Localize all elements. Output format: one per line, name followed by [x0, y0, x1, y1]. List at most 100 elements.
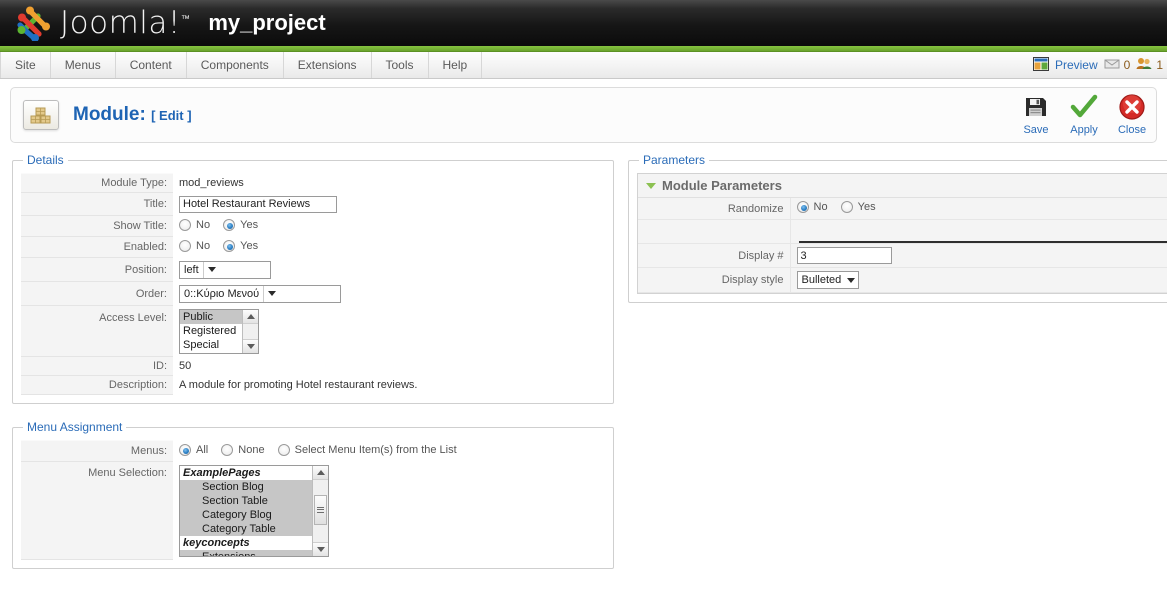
users-icon [1136, 57, 1152, 73]
access-level-option-public[interactable]: Public [180, 309, 242, 324]
radio-circle [277, 443, 290, 456]
page-title-mode: [ Edit ] [151, 108, 192, 123]
radio-circle [223, 218, 236, 231]
chevron-down-icon [263, 285, 281, 302]
envelope-icon [1104, 58, 1120, 73]
menu-selection-listbox[interactable]: ExamplePages Section Blog Section Table … [179, 464, 329, 557]
close-button[interactable]: Close [1108, 90, 1156, 136]
close-button-label: Close [1117, 124, 1147, 136]
save-button-label: Save [1023, 124, 1049, 136]
chevron-down-icon [845, 272, 858, 288]
menu-selection-option-section-table[interactable]: Section Table [180, 493, 312, 508]
apply-button[interactable]: Apply [1060, 90, 1108, 136]
row-position: Position: left [21, 257, 605, 282]
module-parameters-header[interactable]: Module Parameters [638, 174, 1167, 198]
menu-bar-status-area: Preview 0 1 [1032, 52, 1167, 78]
access-level-option-registered[interactable]: Registered [180, 324, 242, 338]
randomize-radio-no[interactable]: No [796, 201, 828, 213]
main-content: Details Module Type: mod_reviews Title: … [0, 143, 1167, 569]
parameters-table: Randomize No Yes Display # 3 Display sty… [638, 198, 1167, 293]
menu-item-site[interactable]: Site [0, 52, 51, 78]
menu-selection-scrollbar[interactable] [312, 465, 328, 556]
menus-none-label: None [238, 443, 265, 456]
order-select-value: 0::Κύριο Μενού [184, 287, 260, 300]
menus-radio-select[interactable]: Select Menu Item(s) from the List [277, 443, 457, 456]
access-level-option-special[interactable]: Special [180, 338, 242, 352]
scrollbar-thumb[interactable] [314, 494, 327, 525]
scroll-down-icon[interactable] [313, 541, 328, 556]
title-input[interactable] [179, 195, 337, 213]
green-check-icon [1070, 92, 1098, 122]
position-select-value: left [184, 263, 199, 276]
radio-circle [179, 443, 191, 456]
red-x-circle-icon [1118, 92, 1146, 122]
save-button[interactable]: Save [1012, 90, 1060, 136]
messages-count: 0 [1123, 58, 1131, 72]
row-display-count: Display # [638, 243, 1167, 268]
menu-selection-label: Menu Selection: [21, 461, 173, 560]
menu-item-extensions[interactable]: Extensions [284, 52, 372, 78]
scroll-up-icon[interactable] [243, 309, 258, 324]
show-title-radio-yes[interactable]: Yes [223, 218, 258, 231]
enabled-yes-label: Yes [240, 239, 259, 252]
randomize-radio-yes[interactable]: Yes [840, 201, 876, 213]
row-separator [638, 219, 1167, 244]
menu-selection-option-category-table[interactable]: Category Table [180, 521, 312, 536]
chevron-down-icon [202, 261, 220, 278]
access-level-listbox[interactable]: Public Registered Special [179, 308, 259, 354]
menu-item-tools[interactable]: Tools [372, 52, 429, 78]
menu-selection-option-category-blog[interactable]: Category Blog [180, 507, 312, 522]
toolbar: Save Apply Close [1012, 90, 1156, 136]
right-column: Parameters Module Parameters Randomize N… [614, 153, 1167, 569]
scroll-down-icon[interactable] [243, 338, 258, 353]
row-show-title: Show Title: No Yes [21, 215, 605, 237]
position-label: Position: [21, 257, 173, 282]
page-title: Module: [ Edit ] [73, 104, 192, 126]
grip-icon [317, 506, 324, 513]
order-select[interactable]: 0::Κύριο Μενού [179, 284, 341, 303]
display-style-select[interactable]: Bulleted [796, 271, 859, 289]
display-count-label: Display # [638, 243, 791, 268]
scrollbar-track[interactable] [313, 480, 328, 542]
details-legend: Details [27, 153, 64, 167]
menus-radio-all[interactable]: All [179, 443, 208, 456]
enabled-radio-yes[interactable]: Yes [223, 239, 259, 252]
radio-circle [223, 239, 236, 252]
trademark-mark: ™ [180, 14, 191, 25]
description-value: A module for promoting Hotel restaurant … [173, 375, 605, 395]
radio-circle [221, 443, 234, 456]
show-title-no-label: No [196, 218, 211, 231]
position-select[interactable]: left [179, 260, 271, 279]
show-title-radio-no[interactable]: No [179, 218, 211, 231]
radio-circle [179, 218, 191, 231]
menu-selection-option-section-blog[interactable]: Section Blog [180, 479, 312, 494]
menu-selection-options: ExamplePages Section Blog Section Table … [180, 465, 312, 556]
menu-item-content[interactable]: Content [116, 52, 187, 78]
messages-indicator[interactable]: 0 [1104, 58, 1131, 73]
enabled-radio-no[interactable]: No [179, 239, 210, 252]
page-header: Module: [ Edit ] Save Apply Close [10, 87, 1157, 143]
module-parameters-box: Module Parameters Randomize No Yes Displ… [637, 173, 1167, 294]
display-count-input[interactable] [796, 247, 892, 264]
menus-label: Menus: [21, 440, 173, 462]
parameters-legend: Parameters [643, 153, 706, 167]
scroll-up-icon[interactable] [313, 465, 328, 480]
row-randomize: Randomize No Yes [638, 198, 1167, 220]
show-title-label: Show Title: [21, 215, 173, 237]
menu-selection-option-extensions[interactable]: Extensions [180, 549, 312, 556]
apply-button-label: Apply [1070, 124, 1098, 136]
row-access-level: Access Level: Public Registered Special [21, 305, 605, 357]
id-value: 50 [173, 356, 605, 376]
menu-assignment-legend: Menu Assignment [27, 420, 123, 434]
menu-item-menus[interactable]: Menus [51, 52, 116, 78]
users-count: 1 [1156, 58, 1163, 72]
menu-item-components[interactable]: Components [187, 52, 284, 78]
menu-item-help[interactable]: Help [429, 52, 483, 78]
access-level-scrollbar[interactable] [242, 309, 258, 353]
users-indicator[interactable]: 1 [1136, 57, 1163, 73]
menus-select-label: Select Menu Item(s) from the List [294, 443, 457, 456]
preview-link[interactable]: Preview [1055, 58, 1098, 72]
menus-radio-none[interactable]: None [221, 443, 265, 456]
module-parameters-title: Module Parameters [662, 178, 782, 193]
menu-items: Site Menus Content Components Extensions… [0, 52, 483, 78]
